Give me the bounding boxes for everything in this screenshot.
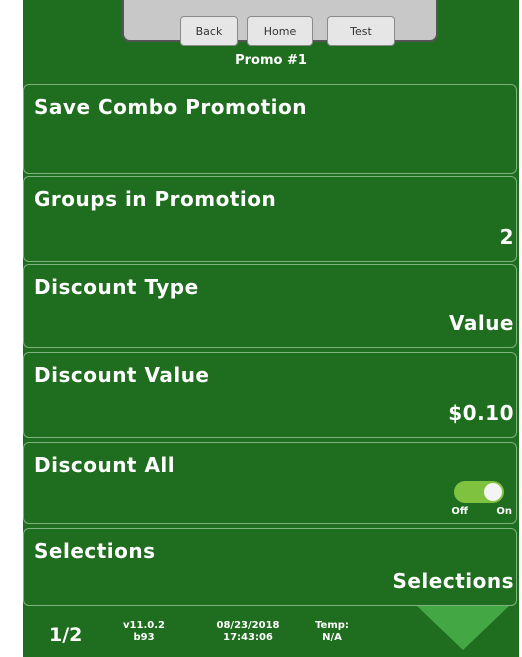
toggle-on-label: On bbox=[496, 506, 512, 517]
discount-all-row[interactable]: Discount All Off On bbox=[23, 442, 517, 524]
datetime-info: 08/23/2018 17:43:06 bbox=[209, 620, 287, 644]
temp-value: N/A bbox=[322, 632, 342, 643]
groups-in-promotion-row[interactable]: Groups in Promotion 2 bbox=[23, 176, 517, 262]
date: 08/23/2018 bbox=[216, 620, 280, 631]
selections-row[interactable]: Selections Selections bbox=[23, 528, 517, 606]
row-label: Selections bbox=[34, 539, 156, 563]
time: 17:43:06 bbox=[223, 632, 273, 643]
version-info: v11.0.2 b93 bbox=[119, 620, 169, 644]
toggle-knob bbox=[484, 483, 502, 501]
top-button-bar: Back Home Test bbox=[122, 0, 438, 46]
build: b93 bbox=[133, 632, 155, 643]
temp-label: Temp: bbox=[315, 620, 349, 631]
screen: Back Home Test Promo #1 Save Combo Promo… bbox=[23, 0, 519, 657]
save-combo-promotion-row[interactable]: Save Combo Promotion bbox=[23, 84, 517, 174]
row-value: Value bbox=[448, 311, 514, 335]
row-value: $0.10 bbox=[448, 401, 514, 425]
temp-info: Temp: N/A bbox=[309, 620, 355, 644]
test-button[interactable]: Test bbox=[327, 16, 395, 46]
row-label: Groups in Promotion bbox=[34, 187, 277, 211]
version: v11.0.2 bbox=[123, 620, 165, 631]
page-down-arrow-icon[interactable] bbox=[417, 606, 509, 650]
row-label: Discount Value bbox=[34, 363, 210, 387]
discount-type-row[interactable]: Discount Type Value bbox=[23, 264, 517, 348]
row-value: 2 bbox=[499, 225, 514, 249]
row-label: Discount Type bbox=[34, 275, 199, 299]
home-button[interactable]: Home bbox=[247, 16, 313, 46]
discount-value-row[interactable]: Discount Value $0.10 bbox=[23, 352, 517, 438]
back-button[interactable]: Back bbox=[180, 16, 238, 46]
page-title: Promo #1 bbox=[235, 53, 307, 68]
row-value: Selections bbox=[392, 569, 514, 593]
row-label: Save Combo Promotion bbox=[34, 95, 307, 119]
page-indicator: 1/2 bbox=[49, 624, 83, 646]
toggle-off-label: Off bbox=[451, 506, 468, 517]
discount-all-toggle[interactable] bbox=[454, 481, 504, 503]
row-label: Discount All bbox=[34, 453, 176, 477]
